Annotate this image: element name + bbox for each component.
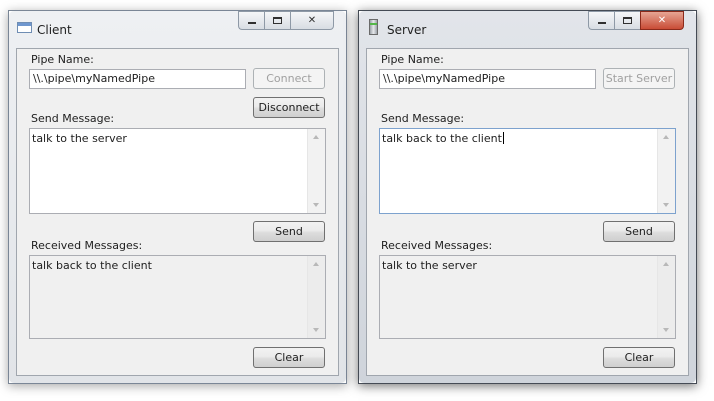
server-caption-buttons: ✕ [588, 11, 684, 31]
client-pipe-name-input[interactable]: \\.\pipe\myNamedPipe [29, 69, 246, 89]
connect-button[interactable]: Connect [253, 68, 325, 89]
server-received-messages-text: talk to the server [382, 259, 477, 272]
scroll-down-icon[interactable] [663, 203, 669, 207]
client-received-scrollbar[interactable] [307, 256, 325, 338]
client-caption-buttons: ✕ [238, 11, 334, 31]
text-caret [502, 132, 504, 144]
scroll-down-icon[interactable] [313, 203, 319, 207]
minimize-icon [597, 22, 606, 24]
server-send-message-label: Send Message: [381, 112, 465, 125]
client-minimize-button[interactable] [238, 11, 264, 30]
close-icon: ✕ [307, 15, 317, 26]
server-send-message-textarea[interactable]: talk back to the client [379, 128, 676, 214]
client-received-messages-text: talk back to the client [32, 259, 152, 272]
client-send-scrollbar[interactable] [307, 129, 325, 213]
client-received-messages-textarea[interactable]: talk back to the client [29, 255, 326, 339]
scroll-up-icon[interactable] [313, 262, 319, 266]
client-maximize-button[interactable] [264, 11, 290, 30]
server-send-button[interactable]: Send [603, 221, 675, 242]
server-send-message-value: talk back to the client [382, 132, 502, 145]
window-icon [17, 22, 32, 33]
server-window-title: Server [387, 23, 427, 37]
scroll-up-icon[interactable] [663, 262, 669, 266]
scroll-up-icon[interactable] [313, 135, 319, 139]
server-minimize-button[interactable] [588, 11, 614, 30]
maximize-icon [623, 17, 632, 24]
server-received-scrollbar[interactable] [657, 256, 675, 338]
server-window: Server ✕ Pipe Name: \\.\pipe\myNamedPipe… [358, 10, 697, 384]
disconnect-button[interactable]: Disconnect [253, 97, 325, 118]
server-pipe-name-label: Pipe Name: [381, 53, 444, 66]
server-send-scrollbar[interactable] [657, 129, 675, 213]
scroll-up-icon[interactable] [663, 135, 669, 139]
minimize-icon [247, 22, 256, 24]
client-received-messages-label: Received Messages: [31, 239, 143, 252]
server-panel: Pipe Name: \\.\pipe\myNamedPipe Start Se… [366, 48, 689, 376]
client-send-message-label: Send Message: [31, 112, 115, 125]
client-send-message-textarea[interactable]: talk to the server [29, 128, 326, 214]
close-icon: ✕ [657, 15, 667, 26]
server-pipe-name-input[interactable]: \\.\pipe\myNamedPipe [379, 69, 596, 89]
client-panel: Pipe Name: \\.\pipe\myNamedPipe Connect … [16, 48, 339, 376]
client-clear-button[interactable]: Clear [253, 347, 325, 368]
server-icon [369, 19, 378, 35]
server-received-messages-textarea[interactable]: talk to the server [379, 255, 676, 339]
scroll-down-icon[interactable] [313, 328, 319, 332]
server-send-message-text: talk back to the client [382, 132, 655, 145]
client-send-message-text: talk to the server [32, 132, 127, 145]
server-maximize-button[interactable] [614, 11, 640, 30]
maximize-icon [273, 17, 282, 24]
server-close-button[interactable]: ✕ [640, 11, 684, 30]
client-pipe-name-label: Pipe Name: [31, 53, 94, 66]
client-send-button[interactable]: Send [253, 221, 325, 242]
start-server-button[interactable]: Start Server [603, 68, 675, 89]
client-close-button[interactable]: ✕ [290, 11, 334, 30]
server-clear-button[interactable]: Clear [603, 347, 675, 368]
client-window-title: Client [37, 23, 72, 37]
scroll-down-icon[interactable] [663, 328, 669, 332]
server-received-messages-label: Received Messages: [381, 239, 493, 252]
client-window: Client ✕ Pipe Name: \\.\pipe\myNamedPipe… [8, 10, 347, 384]
